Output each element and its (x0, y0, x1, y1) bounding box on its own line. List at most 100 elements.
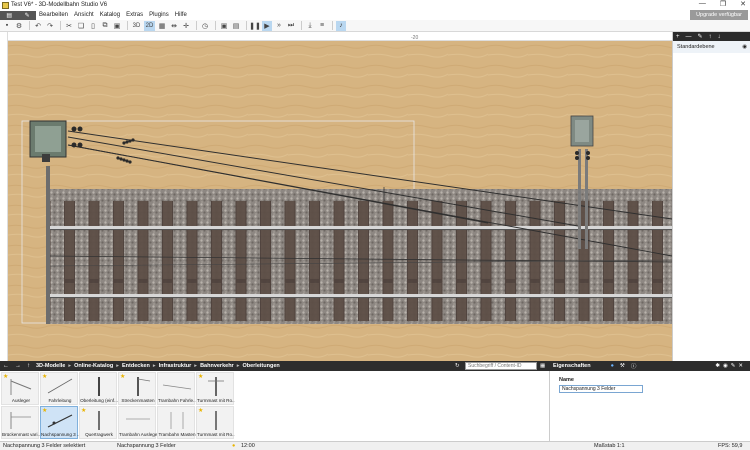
align-icon[interactable]: ⇹ (169, 21, 179, 31)
menu-icon[interactable]: ▤ (6, 12, 12, 19)
upgrade-button[interactable]: Upgrade verfügbar (690, 10, 748, 20)
layer-toolbar: + — ✎ ↑ ↓ (673, 32, 750, 41)
status-object: Nachspannung 3 Felder (117, 443, 176, 449)
layer-row[interactable]: Standardebene ◉ (673, 41, 750, 53)
scene-viewport[interactable] (8, 41, 672, 361)
copy-icon[interactable]: ❏ (76, 21, 86, 31)
status-selection: Nachspannung 3 Felder selektiert (3, 443, 86, 449)
name-field[interactable]: Nachspannung 3 Felder (559, 385, 643, 393)
move-up-icon[interactable]: ↑ (709, 34, 712, 40)
back-arrow-icon[interactable]: ← (3, 363, 9, 369)
catalog-item[interactable]: Trambahn Ausleger (118, 406, 157, 439)
catalog-item[interactable]: ★ Turmmast mit Ro... (196, 406, 235, 439)
catalog-item[interactable]: ★ Quertragwerk (79, 406, 117, 439)
skip-icon[interactable]: ⏭ (286, 21, 296, 31)
catalog-item-label: Trambahn Masten (158, 432, 196, 437)
crosshair-icon[interactable]: ✛ (181, 21, 191, 31)
properties-tab-icon[interactable]: ● (611, 363, 614, 369)
catalog-item[interactable]: ★ Ausleger (1, 372, 39, 405)
close-button[interactable]: ✕ (740, 0, 746, 8)
menu-bearbeiten[interactable]: Bearbeiten (39, 12, 68, 18)
refresh-icon[interactable]: ↻ (455, 363, 460, 369)
panel-tools-icon[interactable]: ✱◉✎✕ (715, 363, 746, 369)
catalog-item[interactable]: Trambahn Fahrle... (157, 372, 196, 405)
catalog-grid: ★ Ausleger ★ Fahrleitung Oberleitung (ei… (0, 371, 549, 441)
pencil-icon[interactable]: ✎ (25, 12, 30, 19)
horizontal-ruler: -20 (8, 32, 672, 41)
search-input[interactable] (465, 362, 537, 370)
menu-tools[interactable]: ▤ ✎ (0, 10, 36, 20)
breadcrumb-item[interactable]: Oberleitungen (242, 363, 279, 369)
catalog-item-selected[interactable]: ★ Nachspannung 3 ... (40, 406, 79, 439)
info-tab-icon[interactable]: ⓘ (631, 362, 637, 370)
up-arrow-icon[interactable]: ↑ (27, 363, 30, 369)
menu-katalog[interactable]: Katalog (100, 12, 120, 18)
breadcrumb-item[interactable]: Infrastruktur (159, 363, 192, 369)
settings-icon[interactable]: ⚙ (14, 21, 24, 31)
toolbar: ▪ ⚙ ↶ ↷ ✂ ❏ ▯ ⧉ ▣ 3D 2D ▦ ⇹ ✛ ◷ ▣ ▤ ❚❚ ▶… (0, 20, 750, 32)
name-label: Name (559, 377, 574, 383)
breadcrumb-item[interactable]: Online-Katalog (74, 363, 113, 369)
menu-bar: ▤ ✎ Bearbeiten Ansicht Katalog Extras Pl… (0, 10, 750, 20)
status-time: 12:00 (241, 443, 255, 449)
screenshot-icon[interactable]: ▣ (219, 21, 229, 31)
catalog-item-label: Ausleger (11, 398, 31, 403)
pause-icon[interactable]: ❚❚ (249, 21, 261, 31)
view-2d-button[interactable]: 2D (144, 20, 155, 31)
grid-icon[interactable]: ▦ (157, 21, 167, 31)
play-icon[interactable]: ▶ (262, 20, 272, 31)
save-icon[interactable]: ▪ (2, 21, 12, 31)
menu-hilfe[interactable]: Hilfe (175, 12, 187, 18)
menu-plugins[interactable]: Plugins (149, 12, 169, 18)
catalog-item[interactable]: ★ Turmmast mit Ro... (196, 372, 235, 405)
catalog-item-label: Nachspannung 3 ... (41, 432, 79, 437)
app-icon (2, 1, 9, 9)
clock-icon[interactable]: ◷ (200, 21, 210, 31)
redo-icon[interactable]: ↷ (45, 21, 55, 31)
catalog-item[interactable]: ★ Streckenmasten (118, 372, 156, 405)
duplicate-icon[interactable]: ⧉ (100, 21, 110, 31)
remove-layer-icon[interactable]: — (686, 34, 692, 40)
catalog-item[interactable]: Brückenmast vari... (1, 406, 40, 439)
forward-arrow-icon[interactable]: → (15, 363, 21, 369)
catalog-item-label: Fahrleitung (48, 398, 72, 403)
title-bar: Test V6* - 3D-Modellbahn Studio V6 — ❐ ✕ (0, 0, 750, 10)
menu-extras[interactable]: Extras (126, 12, 143, 18)
breadcrumb-item[interactable]: Entdecken (122, 363, 150, 369)
move-down-icon[interactable]: ↓ (718, 34, 721, 40)
properties-header: Eigenschaften ● ⚒ ⓘ ✱◉✎✕ (549, 361, 750, 371)
grid-view-icon[interactable]: ▦ (540, 363, 545, 369)
maximize-button[interactable]: ❐ (720, 0, 726, 8)
cut-icon[interactable]: ✂ (64, 21, 74, 31)
vertical-ruler (0, 32, 8, 362)
breadcrumb-item[interactable]: 3D-Modelle (36, 363, 65, 369)
catalog-item[interactable]: ★ Fahrleitung (40, 372, 78, 405)
breadcrumb-item[interactable]: Bahnverkehr (200, 363, 234, 369)
layer-name: Standardebene (677, 44, 715, 50)
catalog-item-label: Brückenmast vari... (2, 432, 40, 437)
view-3d-button[interactable]: 3D (131, 21, 142, 31)
layer-panel: + — ✎ ↑ ↓ Standardebene ◉ (672, 32, 750, 362)
camera-icon[interactable]: ▤ (231, 21, 241, 31)
catalog-item-label: Turmmast mit Ro... (197, 432, 235, 437)
paste-icon[interactable]: ▯ (88, 21, 98, 31)
catalog-item-label: Streckenmasten (121, 398, 155, 403)
add-layer-icon[interactable]: + (676, 34, 680, 40)
catalog-item[interactable]: Trambahn Masten (157, 406, 196, 439)
menu-ansicht[interactable]: Ansicht (74, 12, 94, 18)
group-icon[interactable]: ▣ (112, 21, 122, 31)
list-icon[interactable]: ≡ (317, 21, 327, 31)
tools-tab-icon[interactable]: ⚒ (620, 363, 625, 369)
undo-icon[interactable]: ↶ (33, 21, 43, 31)
layer-visibility-icon[interactable]: ◉ (742, 44, 747, 50)
sound-icon[interactable]: ♪ (336, 20, 346, 31)
status-bar: Nachspannung 3 Felder selektiert Nachspa… (0, 441, 750, 450)
fast-forward-icon[interactable]: » (274, 21, 284, 31)
download-icon[interactable]: ⤓ (305, 21, 315, 31)
status-scale: Maßstab 1:1 (594, 443, 625, 449)
catalog-item-label: Trambahn Ausleger (119, 432, 157, 437)
minimize-button[interactable]: — (699, 0, 706, 8)
catalog-item[interactable]: Oberleitung (einf... (79, 372, 118, 405)
edit-layer-icon[interactable]: ✎ (698, 33, 703, 40)
catalog-item-label: Oberleitung (einf... (80, 398, 118, 403)
